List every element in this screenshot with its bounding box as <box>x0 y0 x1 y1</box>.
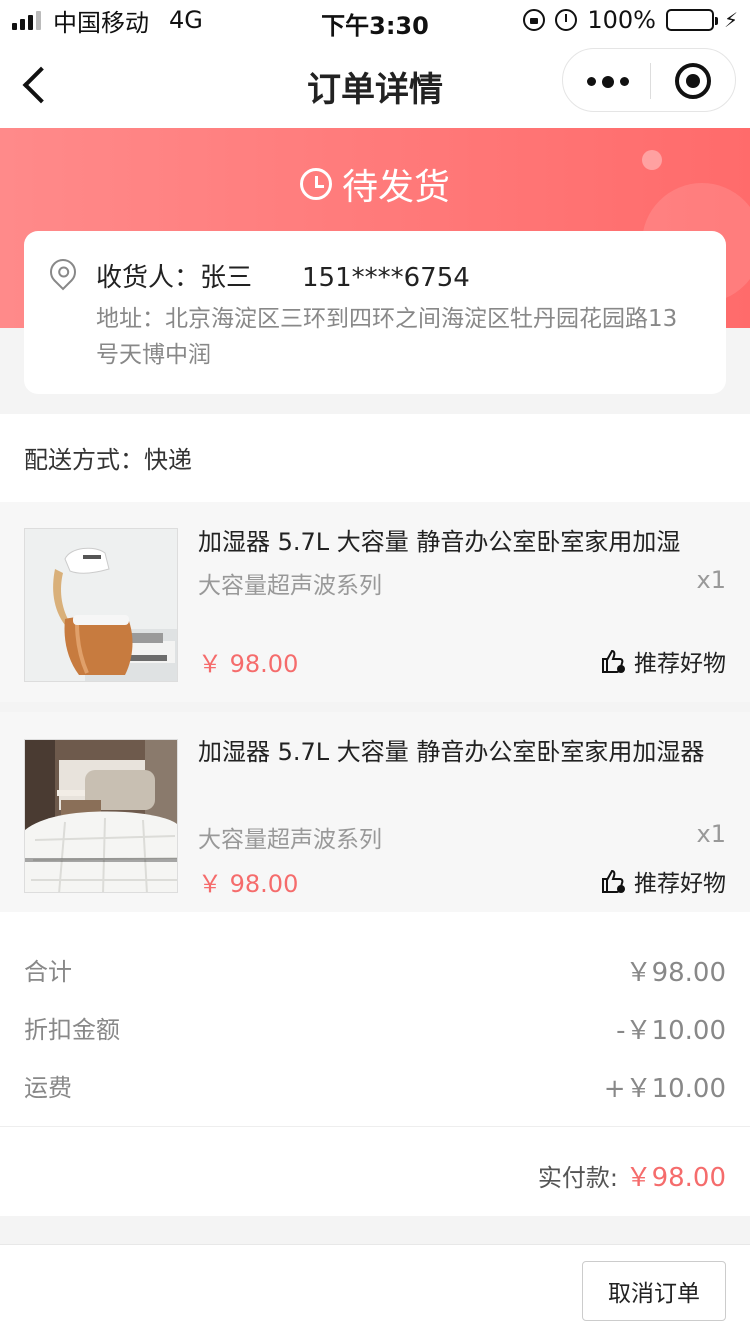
paid-amount: 实付款: ￥98.00 <box>538 1157 726 1194</box>
capsule-divider <box>650 63 651 99</box>
discount-label: 折扣金额 <box>24 1016 120 1044</box>
cancel-order-button[interactable]: 取消订单 <box>582 1261 726 1321</box>
paid-row: 实付款: ￥98.00 <box>0 1126 750 1216</box>
delivery-method: 配送方式：快递 <box>0 414 750 502</box>
product-quantity: x1 <box>696 566 726 594</box>
alarm-icon <box>555 9 578 31</box>
battery-icon <box>665 9 718 31</box>
receiver-phone: 151****6754 <box>302 263 470 293</box>
status-right: 100% ⚡ <box>523 6 738 34</box>
address-detail: 地址：北京海淀区三环到四环之间海淀区牡丹园花园路13号天博中润 <box>96 306 678 368</box>
mini-program-capsule <box>562 48 736 112</box>
close-target-icon[interactable] <box>675 63 711 99</box>
product-name: 加湿器 5.7L 大容量 静音办公室卧室家用加湿 <box>198 528 681 556</box>
shipping-label: 运费 <box>24 1074 72 1102</box>
nav-bar: 订单详情 <box>0 40 750 128</box>
recommend-button[interactable]: 推荐好物 <box>600 644 726 678</box>
discount-row: 折扣金额 -￥10.00 <box>24 1010 726 1046</box>
product-name: 加湿器 5.7L 大容量 静音办公室卧室家用加湿器 <box>198 738 705 766</box>
shipping-row: 运费 +￥10.00 <box>24 1068 726 1104</box>
location-pin-icon <box>44 253 82 291</box>
paid-value: ￥98.00 <box>625 1163 726 1193</box>
battery-percent: 100% <box>587 6 656 34</box>
product-spec: 大容量超声波系列 <box>198 827 382 853</box>
product-price: ￥ 98.00 <box>198 650 299 678</box>
bottom-action-bar: 取消订单 <box>0 1244 750 1334</box>
charging-icon: ⚡ <box>723 8 738 32</box>
product-price: ￥ 98.00 <box>198 870 299 898</box>
product-item[interactable]: 加湿器 5.7L 大容量 静音办公室卧室家用加湿 大容量超声波系列 x1 ￥ 9… <box>0 502 750 702</box>
paid-label: 实付款: <box>537 1164 618 1192</box>
order-status-text: 待发货 <box>341 167 450 208</box>
clock-icon <box>299 168 332 200</box>
receiver-line: 收货人：张三 151****6754 <box>96 257 470 294</box>
product-image-bedding <box>24 739 178 893</box>
shipping-value: +￥10.00 <box>603 1074 726 1104</box>
status-bar: 中国移动 4G 下午3:30 100% ⚡ <box>0 0 750 40</box>
recommend-button[interactable]: 推荐好物 <box>600 864 726 898</box>
total-value: ￥98.00 <box>625 958 726 988</box>
product-spec: 大容量超声波系列 <box>198 573 382 599</box>
recommend-label: 推荐好物 <box>634 651 726 677</box>
more-icon[interactable] <box>587 75 629 88</box>
address-card[interactable]: 收货人：张三 151****6754 地址：北京海淀区三环到四环之间海淀区牡丹园花… <box>24 231 726 394</box>
orientation-lock-icon <box>523 9 546 31</box>
discount-value: -￥10.00 <box>616 1016 726 1046</box>
thumbs-up-icon <box>602 649 625 673</box>
receiver-name: 收货人：张三 <box>96 263 253 293</box>
total-row: 合计 ￥98.00 <box>24 952 726 988</box>
price-summary: 合计 ￥98.00 折扣金额 -￥10.00 运费 +￥10.00 <box>0 912 750 1126</box>
product-image-steamer <box>24 528 178 682</box>
total-label: 合计 <box>24 958 72 986</box>
thumbs-up-icon <box>602 869 625 893</box>
product-quantity: x1 <box>696 820 726 848</box>
recommend-label: 推荐好物 <box>634 871 726 897</box>
product-item[interactable]: 加湿器 5.7L 大容量 静音办公室卧室家用加湿器 大容量超声波系列 x1 ￥ … <box>0 712 750 912</box>
order-status: 待发货 <box>0 158 750 210</box>
